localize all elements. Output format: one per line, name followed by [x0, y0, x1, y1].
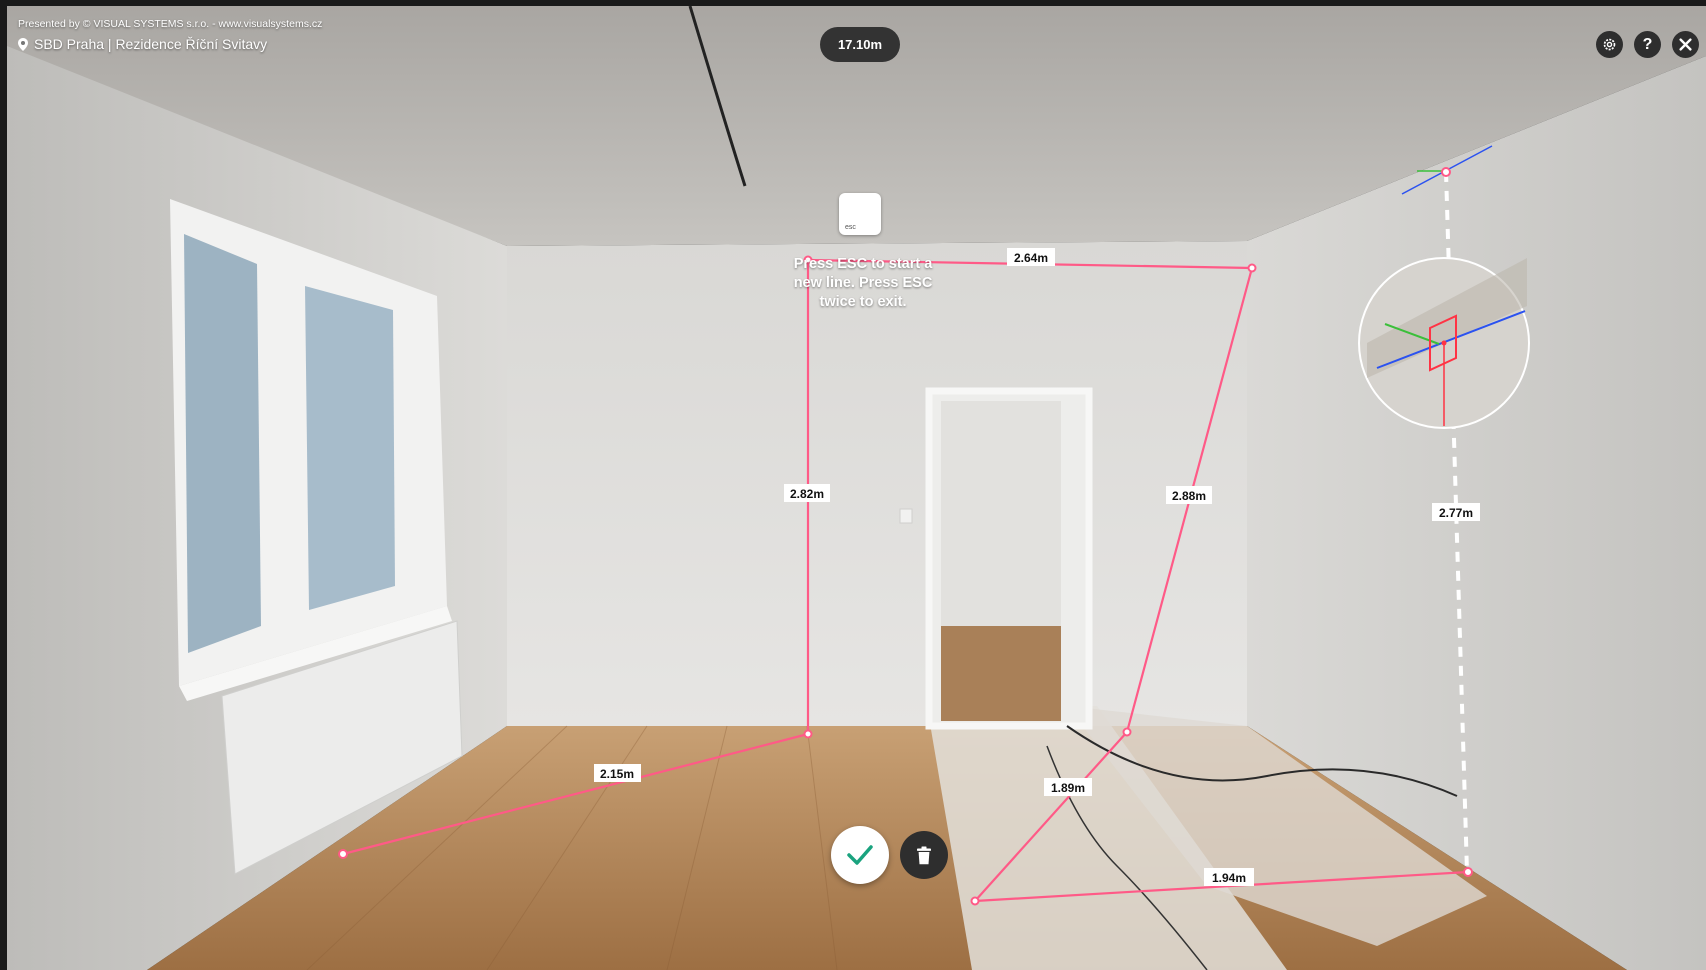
esc-key-icon: esc — [839, 193, 881, 235]
location-pin-icon — [18, 37, 28, 51]
location-row: SBD Praha | Rezidence Říční Svitavy — [18, 36, 322, 52]
segment-label-7: 2.77m — [1439, 506, 1473, 520]
help-button[interactable]: ? — [1634, 31, 1661, 58]
magnifier-loupe — [1358, 257, 1530, 429]
gear-icon — [1603, 38, 1616, 51]
check-icon — [847, 845, 873, 865]
total-distance-value: 17.10m — [837, 37, 883, 52]
settings-button[interactable] — [1596, 31, 1623, 58]
total-distance-badge: 17.10m — [820, 27, 900, 62]
segment-label-6: 1.94m — [1212, 871, 1246, 885]
measure-hint-text: Press ESC to start a new line. Press ESC… — [793, 256, 933, 310]
segment-label-4: 2.15m — [600, 767, 634, 781]
help-icon: ? — [1642, 35, 1653, 53]
segment-label-3: 2.88m — [1172, 489, 1206, 503]
presented-by-text: Presented by © VISUAL SYSTEMS s.r.o. - w… — [18, 18, 323, 30]
segment-label-5: 1.89m — [1051, 781, 1085, 795]
close-button[interactable] — [1672, 31, 1699, 58]
segment-label-2: 2.82m — [790, 487, 824, 501]
confirm-measurement-button[interactable] — [831, 826, 889, 884]
close-icon — [1679, 38, 1692, 51]
delete-measurement-button[interactable] — [900, 831, 948, 879]
trash-icon — [917, 846, 931, 864]
tour-header: Presented by © VISUAL SYSTEMS s.r.o. - w… — [18, 18, 322, 52]
segment-label-1: 2.64m — [1014, 251, 1048, 265]
esc-key-label: esc — [845, 224, 856, 231]
location-title: SBD Praha | Rezidence Říční Svitavy — [34, 36, 268, 52]
